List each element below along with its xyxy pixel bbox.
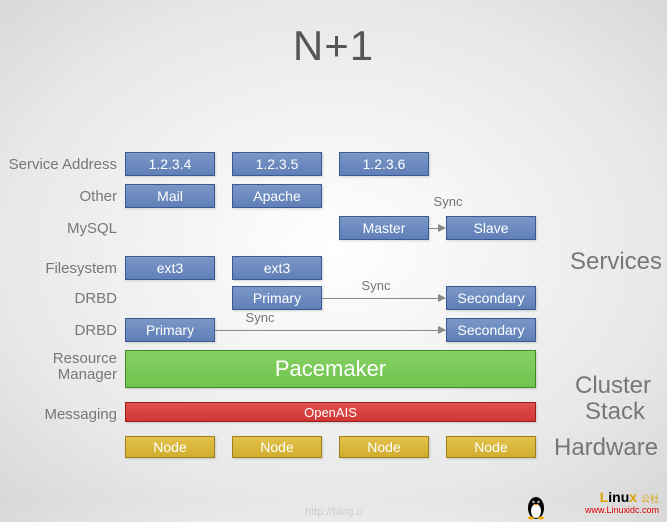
box-drbd-primary-lower: Primary (125, 318, 215, 342)
label-service-address: Service Address (9, 156, 117, 173)
box-node-3: Node (339, 436, 429, 458)
label-sync-drbd-lower: Sync (240, 310, 280, 325)
box-node-2: Node (232, 436, 322, 458)
label-cluster-a: Cluster (575, 372, 651, 400)
label-resource-a: Resource (53, 350, 117, 367)
box-mail: Mail (125, 184, 215, 208)
box-ext3-a: ext3 (125, 256, 215, 280)
box-node-4: Node (446, 436, 536, 458)
brand-inu: inu (608, 489, 629, 505)
brand-url: www.Linuxidc.com (585, 505, 659, 515)
label-sync-mysql: Sync (428, 194, 468, 209)
arrow-drbd-sync-upper (322, 298, 445, 299)
box-drbd-secondary-upper: Secondary (446, 286, 536, 310)
label-sync-drbd-upper: Sync (356, 278, 396, 293)
label-drbd-upper: DRBD (74, 290, 117, 307)
box-drbd-secondary-lower: Secondary (446, 318, 536, 342)
label-messaging: Messaging (44, 406, 117, 423)
box-address-1: 1.2.3.4 (125, 152, 215, 176)
label-mysql: MySQL (67, 220, 117, 237)
label-resource-b: Manager (58, 366, 117, 383)
label-drbd-lower: DRBD (74, 322, 117, 339)
box-openais: OpenAIS (125, 402, 536, 422)
box-address-2: 1.2.3.5 (232, 152, 322, 176)
label-cluster-b: Stack (585, 398, 645, 426)
label-other: Other (79, 188, 117, 205)
watermark-blog: http://blog.c (305, 506, 362, 518)
box-pacemaker: Pacemaker (125, 350, 536, 388)
label-hardware: Hardware (554, 434, 658, 462)
box-drbd-primary-upper: Primary (232, 286, 322, 310)
brand-cn: 公社 (641, 494, 659, 504)
box-address-3: 1.2.3.6 (339, 152, 429, 176)
diagram-canvas: Service Address Other MySQL Filesystem D… (0, 22, 667, 522)
box-mysql-master: Master (339, 216, 429, 240)
box-ext3-b: ext3 (232, 256, 322, 280)
brand-l: L (600, 489, 609, 505)
label-services: Services (570, 248, 662, 276)
box-node-1: Node (125, 436, 215, 458)
arrow-mysql-sync (429, 228, 445, 229)
box-mysql-slave: Slave (446, 216, 536, 240)
box-apache: Apache (232, 184, 322, 208)
penguin-icon (525, 494, 547, 520)
arrow-drbd-sync-lower (215, 330, 445, 331)
brand-x: x (629, 489, 637, 505)
label-filesystem: Filesystem (45, 260, 117, 277)
watermark-brand: Linux 公社 www.Linuxidc.com (585, 490, 659, 516)
